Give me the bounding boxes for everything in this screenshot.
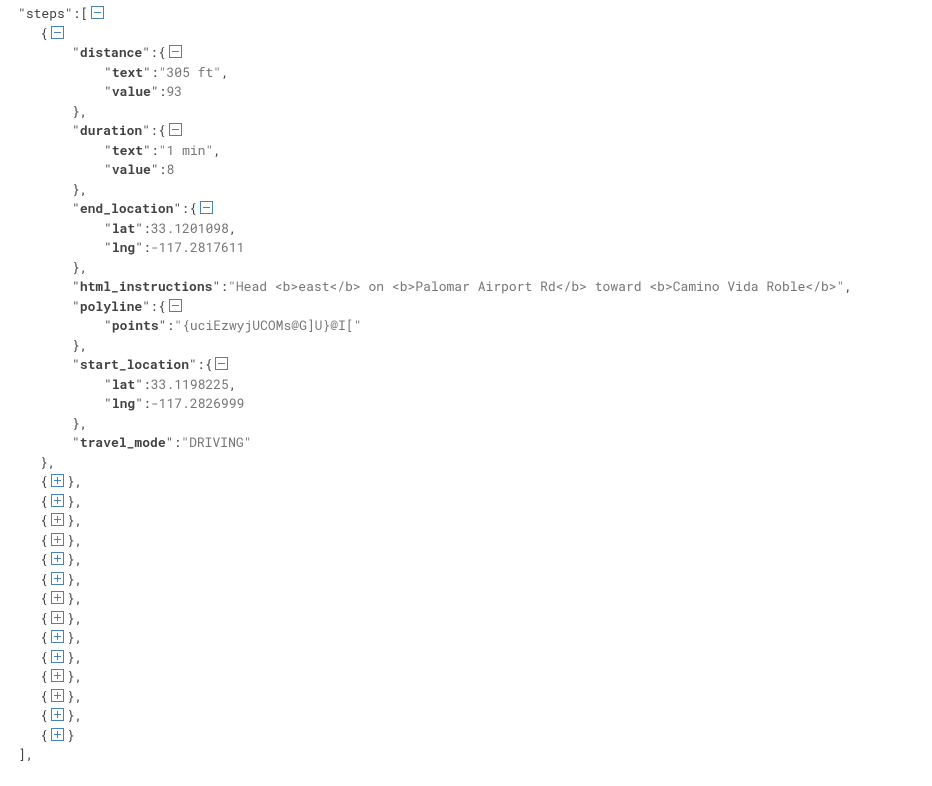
collapse-icon[interactable] [169, 123, 182, 136]
duration-close: }, [0, 180, 932, 200]
end-location-close: }, [0, 258, 932, 278]
value-duration-text: 1 min [166, 141, 205, 161]
expand-icon[interactable] [51, 650, 64, 663]
collapsed-step: {}, [0, 511, 932, 531]
distance-close: }, [0, 102, 932, 122]
json-tree-viewer: "steps":[ { "distance":{ "text":"305 ft"… [0, 0, 932, 769]
collapsed-step: {}, [0, 492, 932, 512]
collapsed-step: {} [0, 726, 932, 746]
end-location-lat: "lat":33.1201098, [0, 219, 932, 239]
collapsed-step: {}, [0, 667, 932, 687]
collapse-icon[interactable] [91, 6, 104, 19]
collapse-icon[interactable] [200, 201, 213, 214]
collapsed-step: {}, [0, 648, 932, 668]
collapse-icon[interactable] [169, 45, 182, 58]
value-duration-value: 8 [166, 160, 174, 180]
collapsed-step: {}, [0, 472, 932, 492]
value-points: {uciEzwyjUCOMs@G]U}@I[ [182, 316, 354, 336]
expand-icon[interactable] [51, 630, 64, 643]
value-html-instructions: Head <b>east</b> on <b>Palomar Airport R… [236, 277, 837, 297]
duration-value: "value":8 [0, 160, 932, 180]
key-text: text [112, 63, 143, 83]
expand-icon[interactable] [51, 572, 64, 585]
key-travel-mode: travel_mode [80, 433, 166, 453]
key-start-location: start_location [80, 355, 189, 375]
collapsed-step: {}, [0, 687, 932, 707]
value-distance-text: 305 ft [166, 63, 213, 83]
polyline-close: }, [0, 336, 932, 356]
distance-value: "value":93 [0, 82, 932, 102]
expand-icon[interactable] [51, 513, 64, 526]
key-lat: lat [112, 219, 135, 239]
expand-icon[interactable] [51, 611, 64, 624]
expand-icon[interactable] [51, 669, 64, 682]
expand-icon[interactable] [51, 474, 64, 487]
distance-open: "distance":{ [0, 43, 932, 63]
duration-open: "duration":{ [0, 121, 932, 141]
steps-array-open: "steps":[ [0, 4, 932, 24]
expand-icon[interactable] [51, 494, 64, 507]
collapsed-step: {}, [0, 570, 932, 590]
expand-icon[interactable] [51, 708, 64, 721]
key-end-location: end_location [80, 199, 174, 219]
end-location-lng: "lng":-117.2817611 [0, 238, 932, 258]
key-value: value [112, 160, 151, 180]
collapsed-step: {}, [0, 706, 932, 726]
value-travel-mode: DRIVING [189, 433, 244, 453]
collapsed-step: {}, [0, 589, 932, 609]
key-html-instructions: html_instructions [80, 277, 213, 297]
key-distance: distance [80, 43, 142, 63]
collapse-icon[interactable] [51, 26, 64, 39]
collapse-icon[interactable] [169, 299, 182, 312]
value-start-lng: -117.2826999 [151, 394, 245, 414]
steps-array-close: ], [0, 745, 932, 765]
collapsed-step: {}, [0, 609, 932, 629]
expand-icon[interactable] [51, 552, 64, 565]
expand-icon[interactable] [51, 533, 64, 546]
polyline-open: "polyline":{ [0, 297, 932, 317]
collapsed-step: {}, [0, 531, 932, 551]
duration-text: "text":"1 min", [0, 141, 932, 161]
value-start-lat: 33.1198225 [151, 375, 229, 395]
step-object-open: { [0, 24, 932, 44]
html-instructions: "html_instructions":"Head <b>east</b> on… [0, 277, 932, 297]
step-object-close: }, [0, 453, 932, 473]
key-steps: steps [26, 4, 65, 24]
key-duration: duration [80, 121, 142, 141]
key-polyline: polyline [80, 297, 142, 317]
collapsed-step: {}, [0, 550, 932, 570]
start-location-lng: "lng":-117.2826999 [0, 394, 932, 414]
key-text: text [112, 141, 143, 161]
value-distance-value: 93 [166, 82, 182, 102]
value-end-lng: -117.2817611 [151, 238, 245, 258]
expand-icon[interactable] [51, 728, 64, 741]
expand-icon[interactable] [51, 689, 64, 702]
key-points: points [112, 316, 159, 336]
end-location-open: "end_location":{ [0, 199, 932, 219]
start-location-open: "start_location":{ [0, 355, 932, 375]
collapsed-step: {}, [0, 628, 932, 648]
start-location-close: }, [0, 414, 932, 434]
collapse-icon[interactable] [215, 357, 228, 370]
key-lng: lng [112, 394, 135, 414]
start-location-lat: "lat":33.1198225, [0, 375, 932, 395]
travel-mode: "travel_mode":"DRIVING" [0, 433, 932, 453]
value-end-lat: 33.1201098 [151, 219, 229, 239]
key-lng: lng [112, 238, 135, 258]
key-value: value [112, 82, 151, 102]
polyline-points: "points":"{uciEzwyjUCOMs@G]U}@I[" [0, 316, 932, 336]
distance-text: "text":"305 ft", [0, 63, 932, 83]
expand-icon[interactable] [51, 591, 64, 604]
key-lat: lat [112, 375, 135, 395]
